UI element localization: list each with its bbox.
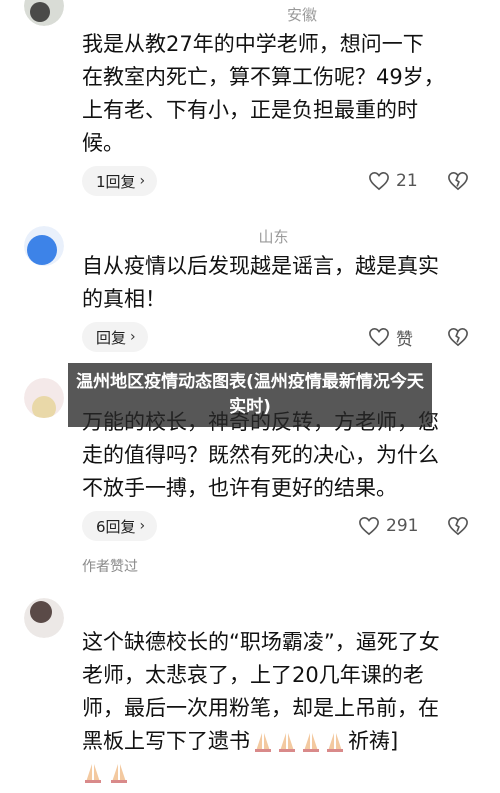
comment-meta: 安徽 xyxy=(82,4,317,25)
title-banner-overlay: 温州地区疫情动态图表(温州疫情最新情况今天实时) xyxy=(68,363,432,427)
reply-label: 回复 xyxy=(96,328,127,347)
comment-location: 山东 xyxy=(258,228,289,246)
comment-line: 走的值得吗？既然有死的决心，为什么 xyxy=(82,443,439,467)
comment-line: 候。 xyxy=(82,131,124,155)
praying-hands-icon xyxy=(255,732,271,752)
dislike-button[interactable] xyxy=(447,166,469,196)
comment-line: 自从疫情以后发现越是谣言，越是真实 xyxy=(82,254,439,278)
like-count: 赞 xyxy=(396,329,413,350)
comment-meta: 山东 xyxy=(82,226,288,247)
like-button[interactable]: 赞 xyxy=(368,322,413,352)
banner-title: 温州地区疫情动态图表(温州疫情最新情况今天实时) xyxy=(76,372,424,417)
comment-meta xyxy=(82,604,254,622)
comment-location: 安徽 xyxy=(287,6,318,24)
avatar[interactable] xyxy=(24,598,64,638)
chevron-right-icon: › xyxy=(130,329,136,345)
avatar[interactable] xyxy=(24,378,64,418)
praying-hands-icon xyxy=(303,732,319,752)
like-count: 21 xyxy=(396,171,418,191)
heart-icon xyxy=(359,516,379,536)
heart-icon xyxy=(369,327,389,347)
chevron-right-icon: › xyxy=(139,518,146,534)
dislike-button[interactable] xyxy=(447,322,469,352)
comment-line: 老师，太悲哀了，上了20几年课的老 xyxy=(82,663,424,687)
author-liked-label: 作者赞过 xyxy=(82,559,138,575)
reply-button[interactable]: 回复 › xyxy=(82,322,148,352)
comment-text: 祈祷] xyxy=(348,729,399,753)
comment-line: 我是从教27年的中学老师，想问一下 xyxy=(82,32,424,56)
reply-button[interactable]: 1回复 › xyxy=(82,166,158,196)
praying-hands-icon xyxy=(85,764,101,783)
heart-icon xyxy=(369,171,389,191)
comment-line: 这个缺德校长的“职场霸凌”，逼死了女 xyxy=(82,630,440,654)
chevron-right-icon: › xyxy=(139,173,146,189)
comment-line: 黑板上写下了遗书 祈祷] xyxy=(82,725,482,758)
broken-heart-icon xyxy=(448,171,468,191)
reply-label: 1回复 xyxy=(96,172,136,191)
comment-text: 黑板上写下了遗书 xyxy=(82,729,250,753)
like-button[interactable]: 21 xyxy=(368,166,418,196)
reply-button[interactable]: 6回复 › xyxy=(82,511,158,541)
praying-hands-icon xyxy=(111,764,127,783)
praying-hands-icon xyxy=(279,732,295,752)
comment-line: 在教室内死亡，算不算工伤呢？49岁， xyxy=(82,65,445,89)
comment-body: 这个缺德校长的“职场霸凌”，逼死了女 老师，太悲哀了，上了20几年课的老 师，最… xyxy=(82,626,482,758)
praying-hands-icon xyxy=(327,732,343,752)
like-count: 291 xyxy=(386,516,419,536)
broken-heart-icon xyxy=(448,516,468,536)
comment-body: 自从疫情以后发现越是谣言，越是真实 的真相！ xyxy=(82,250,472,316)
emoji-row xyxy=(82,762,130,784)
avatar[interactable] xyxy=(24,0,64,26)
avatar[interactable] xyxy=(24,226,64,266)
dislike-button[interactable] xyxy=(447,511,469,541)
reply-label: 6回复 xyxy=(96,517,136,536)
comment-line: 上有老、下有小，正是负担最重的时 xyxy=(82,98,418,122)
comment-line: 师，最后一次用粉笔，却是上吊前，在 xyxy=(82,696,439,720)
comment-line: 不放手一搏，也许有更好的结果。 xyxy=(82,476,397,500)
broken-heart-icon xyxy=(448,327,468,347)
comment-body: 我是从教27年的中学老师，想问一下 在教室内死亡，算不算工伤呢？49岁， 上有老… xyxy=(82,28,472,160)
comment-line: 的真相！ xyxy=(82,287,166,311)
like-button[interactable]: 291 xyxy=(358,511,418,541)
